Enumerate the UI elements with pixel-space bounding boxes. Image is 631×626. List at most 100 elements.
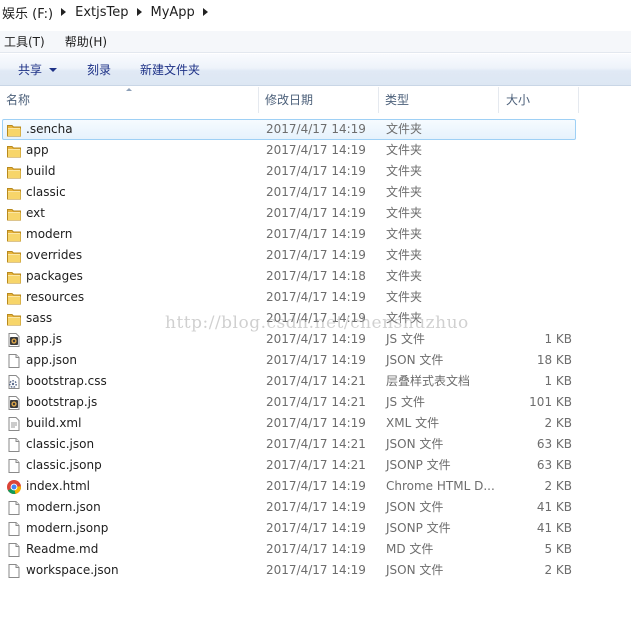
folder-icon	[6, 206, 22, 222]
breadcrumb-drive[interactable]: 娱乐 (F:)	[2, 3, 53, 22]
file-name: resources	[26, 290, 85, 304]
file-size: 63 KB	[536, 458, 572, 472]
file-modified-date: 2017/4/17 14:19	[266, 227, 366, 241]
file-modified-date: 2017/4/17 14:19	[266, 206, 366, 220]
file-type: 文件夹	[386, 143, 423, 157]
file-row[interactable]: app.js 2017/4/17 14:19 JS 文件 1 KB	[0, 329, 631, 350]
file-name: bootstrap.css	[26, 374, 107, 388]
file-modified-date: 2017/4/17 14:19	[266, 332, 366, 346]
file-modified-date: 2017/4/17 14:19	[266, 185, 366, 199]
file-name: modern.jsonp	[26, 521, 109, 535]
file-type: 文件夹	[386, 227, 423, 241]
generic-file-icon	[6, 563, 22, 579]
file-row[interactable]: classic 2017/4/17 14:19 文件夹	[0, 182, 631, 203]
file-type: 文件夹	[386, 185, 423, 199]
file-row[interactable]: bootstrap.css 2017/4/17 14:21 层叠样式表文档 1 KB	[0, 371, 631, 392]
folder-icon	[6, 269, 22, 285]
file-size: 1 KB	[544, 374, 572, 388]
file-type: JSONP 文件	[386, 458, 451, 472]
file-type: JS 文件	[386, 332, 425, 346]
folder-icon	[6, 248, 22, 264]
sort-ascending-icon	[126, 88, 132, 91]
column-header-name-label: 名称	[6, 93, 31, 107]
js-file-icon	[6, 395, 22, 411]
menu-tools[interactable]: 工具(T)	[0, 33, 53, 50]
file-type: 文件夹	[386, 269, 423, 283]
file-modified-date: 2017/4/17 14:19	[266, 290, 366, 304]
file-row[interactable]: resources 2017/4/17 14:19 文件夹	[0, 287, 631, 308]
generic-file-icon	[6, 500, 22, 516]
column-header-date-label: 修改日期	[265, 93, 314, 107]
folder-icon	[6, 227, 22, 243]
file-row[interactable]: modern 2017/4/17 14:19 文件夹	[0, 224, 631, 245]
file-size: 41 KB	[536, 500, 572, 514]
chevron-right-icon[interactable]	[61, 8, 67, 16]
file-type: JSON 文件	[386, 500, 444, 514]
file-type: 文件夹	[386, 206, 423, 220]
folder-icon	[6, 290, 22, 306]
command-bar: 共享 刻录 新建文件夹	[0, 54, 631, 86]
js-file-icon	[6, 332, 22, 348]
file-modified-date: 2017/4/17 14:19	[266, 563, 366, 577]
file-row[interactable]: overrides 2017/4/17 14:19 文件夹	[0, 245, 631, 266]
new-folder-button[interactable]: 新建文件夹	[140, 61, 200, 78]
file-row[interactable]: packages 2017/4/17 14:18 文件夹	[0, 266, 631, 287]
column-headers: 名称 修改日期 类型 大小	[0, 87, 631, 113]
column-header-type[interactable]: 类型	[379, 87, 499, 113]
file-name: sass	[26, 311, 53, 325]
file-row[interactable]: classic.json 2017/4/17 14:21 JSON 文件 63 KB	[0, 434, 631, 455]
file-row[interactable]: modern.jsonp 2017/4/17 14:19 JSONP 文件 41 KB	[0, 518, 631, 539]
burn-button[interactable]: 刻录	[87, 61, 111, 78]
file-modified-date: 2017/4/17 14:19	[266, 416, 366, 430]
file-modified-date: 2017/4/17 14:21	[266, 458, 366, 472]
file-row[interactable]: bootstrap.js 2017/4/17 14:21 JS 文件 101 KB	[0, 392, 631, 413]
file-name: ext	[26, 206, 45, 220]
file-type: 层叠样式表文档	[386, 374, 471, 388]
file-row[interactable]: app 2017/4/17 14:19 文件夹	[0, 140, 631, 161]
breadcrumb-myapp[interactable]: MyApp	[151, 5, 195, 20]
generic-file-icon	[6, 458, 22, 474]
file-row[interactable]: build 2017/4/17 14:19 文件夹	[0, 161, 631, 182]
folder-icon	[6, 143, 22, 159]
file-row[interactable]: app.json 2017/4/17 14:19 JSON 文件 18 KB	[0, 350, 631, 371]
chevron-right-icon[interactable]	[202, 8, 208, 16]
file-size: 2 KB	[544, 479, 572, 493]
file-row[interactable]: build.xml 2017/4/17 14:19 XML 文件 2 KB	[0, 413, 631, 434]
file-name: classic	[26, 185, 66, 199]
file-row[interactable]: .sencha 2017/4/17 14:19 文件夹	[0, 119, 631, 140]
file-size: 63 KB	[536, 437, 572, 451]
file-row[interactable]: sass 2017/4/17 14:19 文件夹	[0, 308, 631, 329]
file-row[interactable]: ext 2017/4/17 14:19 文件夹	[0, 203, 631, 224]
menu-help[interactable]: 帮助(H)	[53, 33, 115, 50]
file-row[interactable]: workspace.json 2017/4/17 14:19 JSON 文件 2 KB	[0, 560, 631, 581]
file-row[interactable]: modern.json 2017/4/17 14:19 JSON 文件 41 KB	[0, 497, 631, 518]
file-name: classic.json	[26, 437, 95, 451]
file-name: app	[26, 143, 49, 157]
file-name: workspace.json	[26, 563, 119, 577]
breadcrumb-extjstep[interactable]: ExtjsTep	[75, 5, 128, 20]
share-button[interactable]: 共享	[18, 61, 58, 78]
folder-icon	[6, 164, 22, 180]
file-row[interactable]: index.html 2017/4/17 14:19 Chrome HTML D..…	[0, 476, 631, 497]
file-type: 文件夹	[386, 122, 423, 136]
file-modified-date: 2017/4/17 14:21	[266, 395, 366, 409]
file-row[interactable]: Readme.md 2017/4/17 14:19 MD 文件 5 KB	[0, 539, 631, 560]
file-modified-date: 2017/4/17 14:19	[266, 521, 366, 535]
column-header-size[interactable]: 大小	[499, 87, 579, 113]
file-type: JS 文件	[386, 395, 425, 409]
column-header-name[interactable]: 名称	[0, 87, 259, 113]
file-row[interactable]: classic.jsonp 2017/4/17 14:21 JSONP 文件 63 K…	[0, 455, 631, 476]
file-size: 5 KB	[544, 542, 572, 556]
file-modified-date: 2017/4/17 14:19	[266, 122, 366, 136]
file-name: overrides	[26, 248, 83, 262]
chevron-right-icon[interactable]	[136, 8, 142, 16]
file-modified-date: 2017/4/17 14:19	[266, 542, 366, 556]
file-list: .sencha 2017/4/17 14:19 文件夹 app 2017/4/17 14…	[0, 119, 631, 581]
file-name: .sencha	[26, 122, 73, 136]
file-modified-date: 2017/4/17 14:19	[266, 353, 366, 367]
file-size: 2 KB	[544, 416, 572, 430]
file-type: JSONP 文件	[386, 521, 451, 535]
column-header-date[interactable]: 修改日期	[259, 87, 379, 113]
file-modified-date: 2017/4/17 14:19	[266, 479, 366, 493]
file-modified-date: 2017/4/17 14:19	[266, 500, 366, 514]
